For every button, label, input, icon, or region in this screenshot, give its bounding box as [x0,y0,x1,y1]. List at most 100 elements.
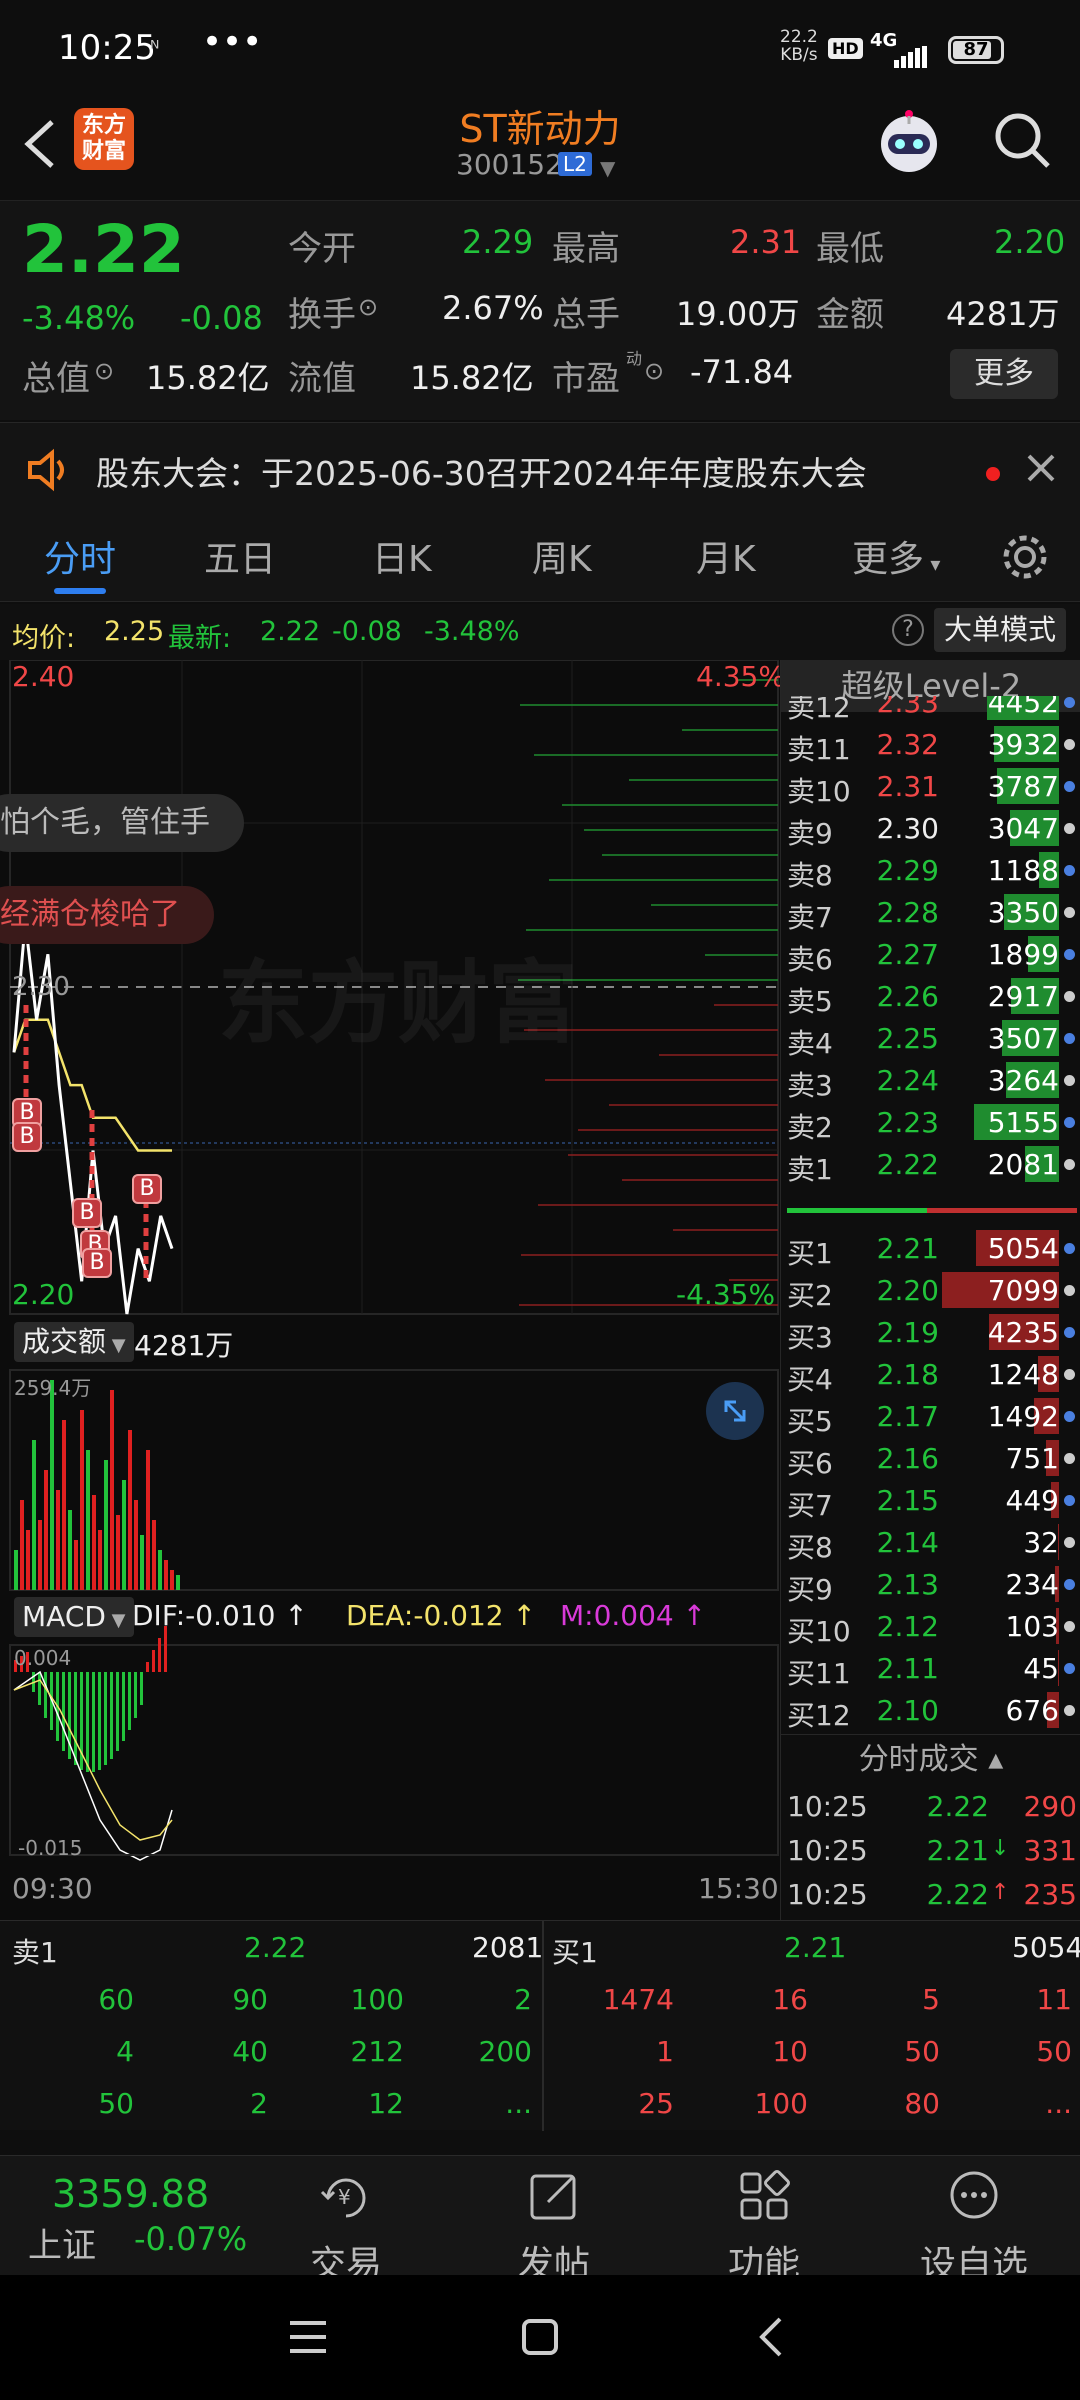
nav-watchlist[interactable]: 设自选 [904,2168,1044,2287]
buy-order-row[interactable]: 买2 2.20 7099 [781,1270,1080,1312]
amount-label: 金额 [816,295,884,335]
volume-bar [38,1520,42,1590]
buy-order-row[interactable]: 买9 2.13 234 [781,1564,1080,1606]
sell-order-row[interactable]: 卖8 2.29 1188 [781,850,1080,892]
nav-trade[interactable]: ¥ 交易 [276,2168,416,2287]
nav-post[interactable]: 发帖 [484,2168,624,2287]
order-level-label: 卖3 [787,1069,833,1102]
buy-order-row[interactable]: 买6 2.16 751 [781,1438,1080,1480]
buy-order-row[interactable]: 买5 2.17 1492 [781,1396,1080,1438]
big-order-mode-button[interactable]: 大单模式 [934,608,1067,652]
trade-marker-b[interactable]: B [72,1198,102,1228]
volume-bar [152,1520,156,1590]
buy-order-row[interactable]: 买4 2.18 1248 [781,1354,1080,1396]
sell-order-row[interactable]: 卖11 2.32 3932 [781,724,1080,766]
low-label: 最低 [816,229,884,269]
last-price: 2.22 [22,211,185,288]
sell-order-row[interactable]: 卖1 2.22 2081 [781,1144,1080,1186]
sell-order-row[interactable]: 卖12 2.33 4452 [781,696,1080,724]
search-icon[interactable] [990,108,1054,172]
order-level-label: 买10 [787,1615,851,1648]
code-dropdown-icon[interactable]: ▼ [600,156,615,180]
order-level-label: 卖2 [787,1111,833,1144]
order-price: 2.13 [876,1568,939,1601]
tab-intraday[interactable]: 分时 [44,530,116,582]
order-dot [1064,781,1075,792]
sell-strength-bar [787,1208,927,1213]
notice-bar[interactable]: 股东大会：于2025-06-30召开2024年年度股东大会 [0,422,1080,522]
volume-selector[interactable]: 成交额 ▼ [14,1322,134,1362]
order-price: 2.18 [876,1358,939,1391]
nav-functions[interactable]: 功能 [694,2168,834,2287]
speaker-icon [28,448,64,492]
macd-bar [116,1672,119,1751]
order-level-label: 买12 [787,1699,851,1732]
order-dot [1064,907,1075,918]
pe-info-icon[interactable]: ⊙ [644,357,664,385]
pe-dynamic-tag: 动 [626,349,643,368]
more-circle-icon [950,2171,998,2219]
order-volume: 103 [1005,1610,1059,1643]
robot-assistant-icon[interactable] [872,104,946,178]
sell-order-row[interactable]: 卖10 2.31 3787 [781,766,1080,808]
sell-order-row[interactable]: 卖7 2.28 3350 [781,892,1080,934]
volume-bar [56,1490,60,1590]
index-quote[interactable]: 3359.88 上证 -0.07% [0,2156,280,2276]
queue-buy-cell: 50 [1036,2035,1072,2068]
tab-more[interactable]: 更多 ▾ [852,530,940,582]
float-cap-label: 流值 [288,359,356,399]
tick-trades-header[interactable]: 分时成交 ▴ [781,1734,1080,1784]
volume-bar [170,1570,174,1590]
sell-order-row[interactable]: 卖9 2.30 3047 [781,808,1080,850]
total-cap-info-icon[interactable]: ⊙ [94,357,114,385]
danmaku-comment-1[interactable]: 怕个毛，管住手 [0,794,244,852]
macd-selector[interactable]: MACD ▼ [14,1597,134,1637]
more-button[interactable]: 更多 [950,349,1058,399]
order-dot [1064,1117,1075,1128]
trade-marker-b[interactable]: B [82,1248,112,1278]
menu-icon[interactable] [286,2317,330,2357]
tab-weekly-k[interactable]: 周K [532,530,592,582]
trade-marker-b[interactable]: B [132,1174,162,1204]
help-icon[interactable]: ? [892,614,924,646]
order-level-label: 买4 [787,1363,833,1396]
tab-daily-k[interactable]: 日K [372,530,432,582]
buy-order-row[interactable]: 买12 2.10 676 [781,1690,1080,1732]
order-price: 2.25 [876,1022,939,1055]
home-icon[interactable] [518,2317,562,2357]
danmaku-comment-2[interactable]: 经满仓梭哈了 [0,886,214,944]
queue-buy-cell: 1 [656,2035,674,2068]
sell-order-row[interactable]: 卖5 2.26 2917 [781,976,1080,1018]
order-price: 2.14 [876,1526,939,1559]
sell-order-row[interactable]: 卖6 2.27 1899 [781,934,1080,976]
order-level-label: 买6 [787,1447,833,1480]
buy-order-row[interactable]: 买8 2.14 32 [781,1522,1080,1564]
order-volume: 3264 [987,1064,1059,1097]
order-dot [1064,1243,1075,1254]
sell-order-row[interactable]: 卖3 2.24 3264 [781,1060,1080,1102]
bottom-nav: 3359.88 上证 -0.07% ¥ 交易 发帖 功能 设自选 [0,2155,1080,2285]
buy-order-row[interactable]: 买10 2.12 103 [781,1606,1080,1648]
tab-monthly-k[interactable]: 月K [696,530,756,582]
order-volume: 4452 [987,696,1059,719]
sell-order-row[interactable]: 卖4 2.25 3507 [781,1018,1080,1060]
status-time: 10:25 [58,28,156,68]
buy-order-row[interactable]: 买3 2.19 4235 [781,1312,1080,1354]
tab-five-day[interactable]: 五日 [204,530,276,582]
expand-chart-button[interactable] [706,1382,764,1440]
intraday-chart[interactable]: 2.40 4.35% 2.30 2.20 -4.35% 东方财富 怕个毛，管住手… [0,660,785,1920]
buy-order-row[interactable]: 买1 2.21 5054 [781,1228,1080,1270]
buy-order-row[interactable]: 买11 2.11 45 [781,1648,1080,1690]
turnover-info-icon[interactable]: ⊙ [358,293,378,321]
settings-gear-icon[interactable] [1000,532,1050,582]
tab-active-indicator [54,588,106,594]
queue-buy-volume: 5054 [1012,1931,1080,1964]
close-icon[interactable] [1024,451,1058,485]
index-name: 上证 [28,2226,96,2266]
back-nav-icon[interactable] [750,2317,794,2357]
macd-top-label: 0.004 [14,1646,72,1670]
trade-marker-b[interactable]: B [12,1122,42,1152]
order-dot [1064,1327,1075,1338]
buy-order-row[interactable]: 买7 2.15 449 [781,1480,1080,1522]
sell-order-row[interactable]: 卖2 2.23 5155 [781,1102,1080,1144]
